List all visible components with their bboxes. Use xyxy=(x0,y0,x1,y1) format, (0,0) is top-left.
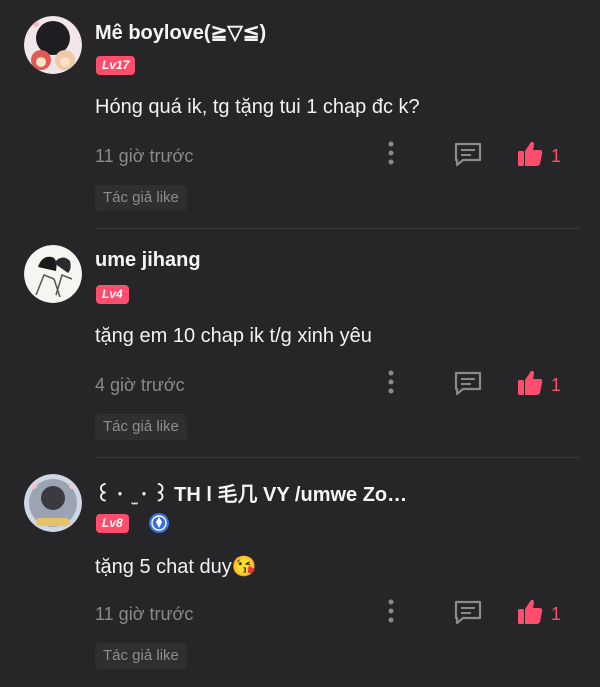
level-badge: Lv8 xyxy=(96,514,129,533)
comment-item: Mê boylove(≧▽≦) Lv17 Hóng quá ik, tg tặn… xyxy=(0,0,600,229)
comment-text: Hóng quá ik, tg tặng tui 1 chap đc k? xyxy=(95,96,420,118)
avatar-sketch-icon xyxy=(24,245,82,303)
avatar[interactable] xyxy=(24,245,82,303)
username[interactable]: ꒰ㆍ ̫ㆍ꒱ TH l 毛几 VY /umwe Zou... xyxy=(95,478,415,507)
thumbs-up-icon[interactable] xyxy=(516,140,544,168)
comment-time: 11 giờ trước xyxy=(95,146,194,166)
comment-item: ꒰ㆍ ̫ㆍ꒱ TH l 毛几 VY /umwe Zou... Lv8 tặng … xyxy=(0,458,600,687)
comment-time: 4 giờ trước xyxy=(95,375,185,395)
level-badge: Lv4 xyxy=(96,285,129,304)
comment-item: ume jihang Lv4 tặng em 10 chap ik t/g xi… xyxy=(0,229,600,458)
like-count: 1 xyxy=(551,375,562,395)
thumbs-up-icon[interactable] xyxy=(516,598,544,626)
like-count: 1 xyxy=(551,146,562,166)
username[interactable]: Mê boylove(≧▽≦) xyxy=(95,20,266,45)
avatar[interactable] xyxy=(24,474,82,532)
author-like-tag: Tác giả like xyxy=(95,643,187,669)
avatar-anime-couple-icon xyxy=(24,16,82,74)
comment-reply-icon[interactable] xyxy=(453,141,483,167)
level-badge: Lv17 xyxy=(96,56,136,75)
verified-badge-icon xyxy=(149,513,169,533)
avatar[interactable] xyxy=(24,16,82,74)
more-vertical-icon[interactable] xyxy=(383,369,399,395)
author-like-tag: Tác giả like xyxy=(95,414,187,440)
comment-reply-icon[interactable] xyxy=(453,370,483,396)
comment-text: tặng em 10 chap ik t/g xinh yêu xyxy=(95,325,372,347)
more-vertical-icon[interactable] xyxy=(383,598,399,624)
username[interactable]: ume jihang xyxy=(95,249,201,272)
comment-time: 11 giờ trước xyxy=(95,604,194,624)
thumbs-up-icon[interactable] xyxy=(516,369,544,397)
like-count: 1 xyxy=(551,604,562,624)
more-vertical-icon[interactable] xyxy=(383,140,399,166)
author-like-tag: Tác giả like xyxy=(95,185,187,211)
avatar-framed-icon xyxy=(24,474,82,532)
comment-reply-icon[interactable] xyxy=(453,599,483,625)
comment-text: tặng 5 chat duy😘 xyxy=(95,556,257,578)
